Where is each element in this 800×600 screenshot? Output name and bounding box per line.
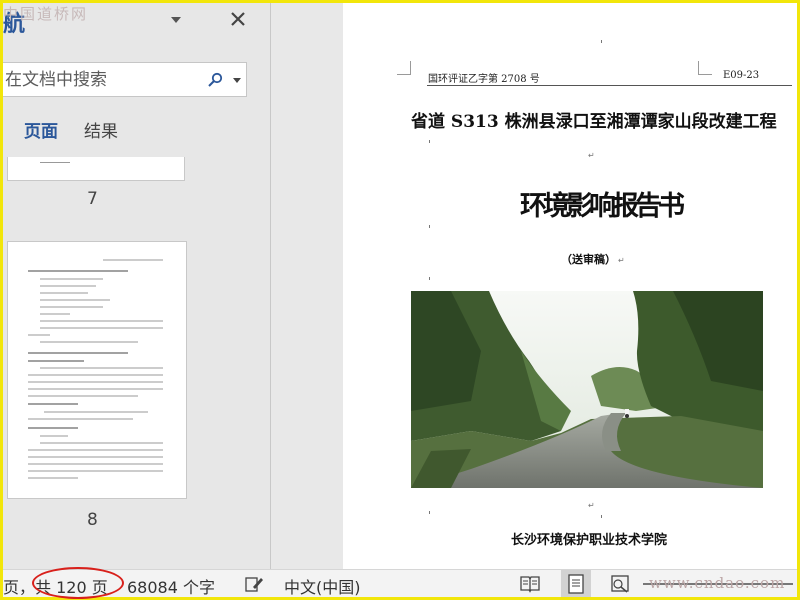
paragraph-mark: ↵ — [618, 256, 625, 265]
report-title: 环境影响报告书 — [520, 191, 685, 222]
document-page[interactable]: 国环评证乙字第 2708 号 E09-23 省道 S313 株洲县渌口至湘潭谭家… — [343, 3, 797, 569]
web-layout-icon[interactable] — [609, 573, 631, 594]
page-thumbnail-number: 7 — [87, 189, 98, 209]
print-layout-button[interactable] — [561, 570, 591, 597]
proofing-icon[interactable] — [244, 575, 264, 593]
review-draft-label: （送审稿） — [561, 253, 616, 266]
highlight-annotation-ellipse — [32, 567, 124, 599]
crop-mark — [698, 61, 712, 75]
paragraph-mark: ↵ — [588, 501, 595, 510]
status-word-count[interactable]: 68084 个字 — [127, 574, 215, 597]
crop-mark — [397, 61, 411, 75]
layout-dot — [601, 515, 602, 518]
chevron-down-icon[interactable] — [169, 13, 183, 27]
layout-dot — [429, 511, 430, 514]
tab-results[interactable]: 结果 — [84, 117, 118, 142]
page-thumbnail-8[interactable] — [7, 241, 187, 499]
status-language[interactable]: 中文(中国) — [284, 574, 361, 597]
layout-dot — [429, 140, 430, 143]
cover-photo-road — [411, 291, 763, 488]
institute-name: 长沙环境保护职业技术学院 — [511, 533, 668, 548]
search-icon[interactable] — [207, 72, 223, 88]
page-thumbnail-7[interactable] — [7, 157, 185, 181]
document-area[interactable]: 国环评证乙字第 2708 号 E09-23 省道 S313 株洲县渌口至湘潭谭家… — [271, 3, 797, 569]
search-options-dropdown-icon[interactable] — [232, 75, 242, 85]
header-rule — [427, 85, 792, 86]
tab-pages[interactable]: 页面 — [24, 117, 58, 142]
search-input[interactable] — [3, 63, 199, 96]
layout-dot — [429, 277, 430, 280]
page-thumbnail-text-lines — [28, 259, 163, 479]
navigation-pane: 航 中国道桥网 页面 结果 7 — [3, 3, 270, 569]
site-watermark: 中国道桥网 — [3, 5, 89, 23]
layout-dot — [429, 225, 430, 228]
site-watermark: www.cndao.com — [649, 574, 786, 592]
layout-dot — [601, 40, 602, 43]
page-thumbnail-number: 8 — [87, 510, 98, 530]
document-title: 省道 S313 株洲县渌口至湘潭谭家山段改建工程 — [411, 112, 777, 132]
search-box — [3, 62, 247, 97]
print-layout-icon — [568, 574, 584, 594]
page-header-code: E09-23 — [723, 70, 760, 81]
page-header-certificate-number: 国环评证乙字第 2708 号 — [428, 74, 540, 85]
close-icon[interactable] — [230, 11, 246, 27]
paragraph-mark: ↵ — [588, 151, 595, 160]
word-window: 航 中国道桥网 页面 结果 7 — [3, 3, 797, 597]
read-mode-icon[interactable] — [519, 573, 541, 594]
